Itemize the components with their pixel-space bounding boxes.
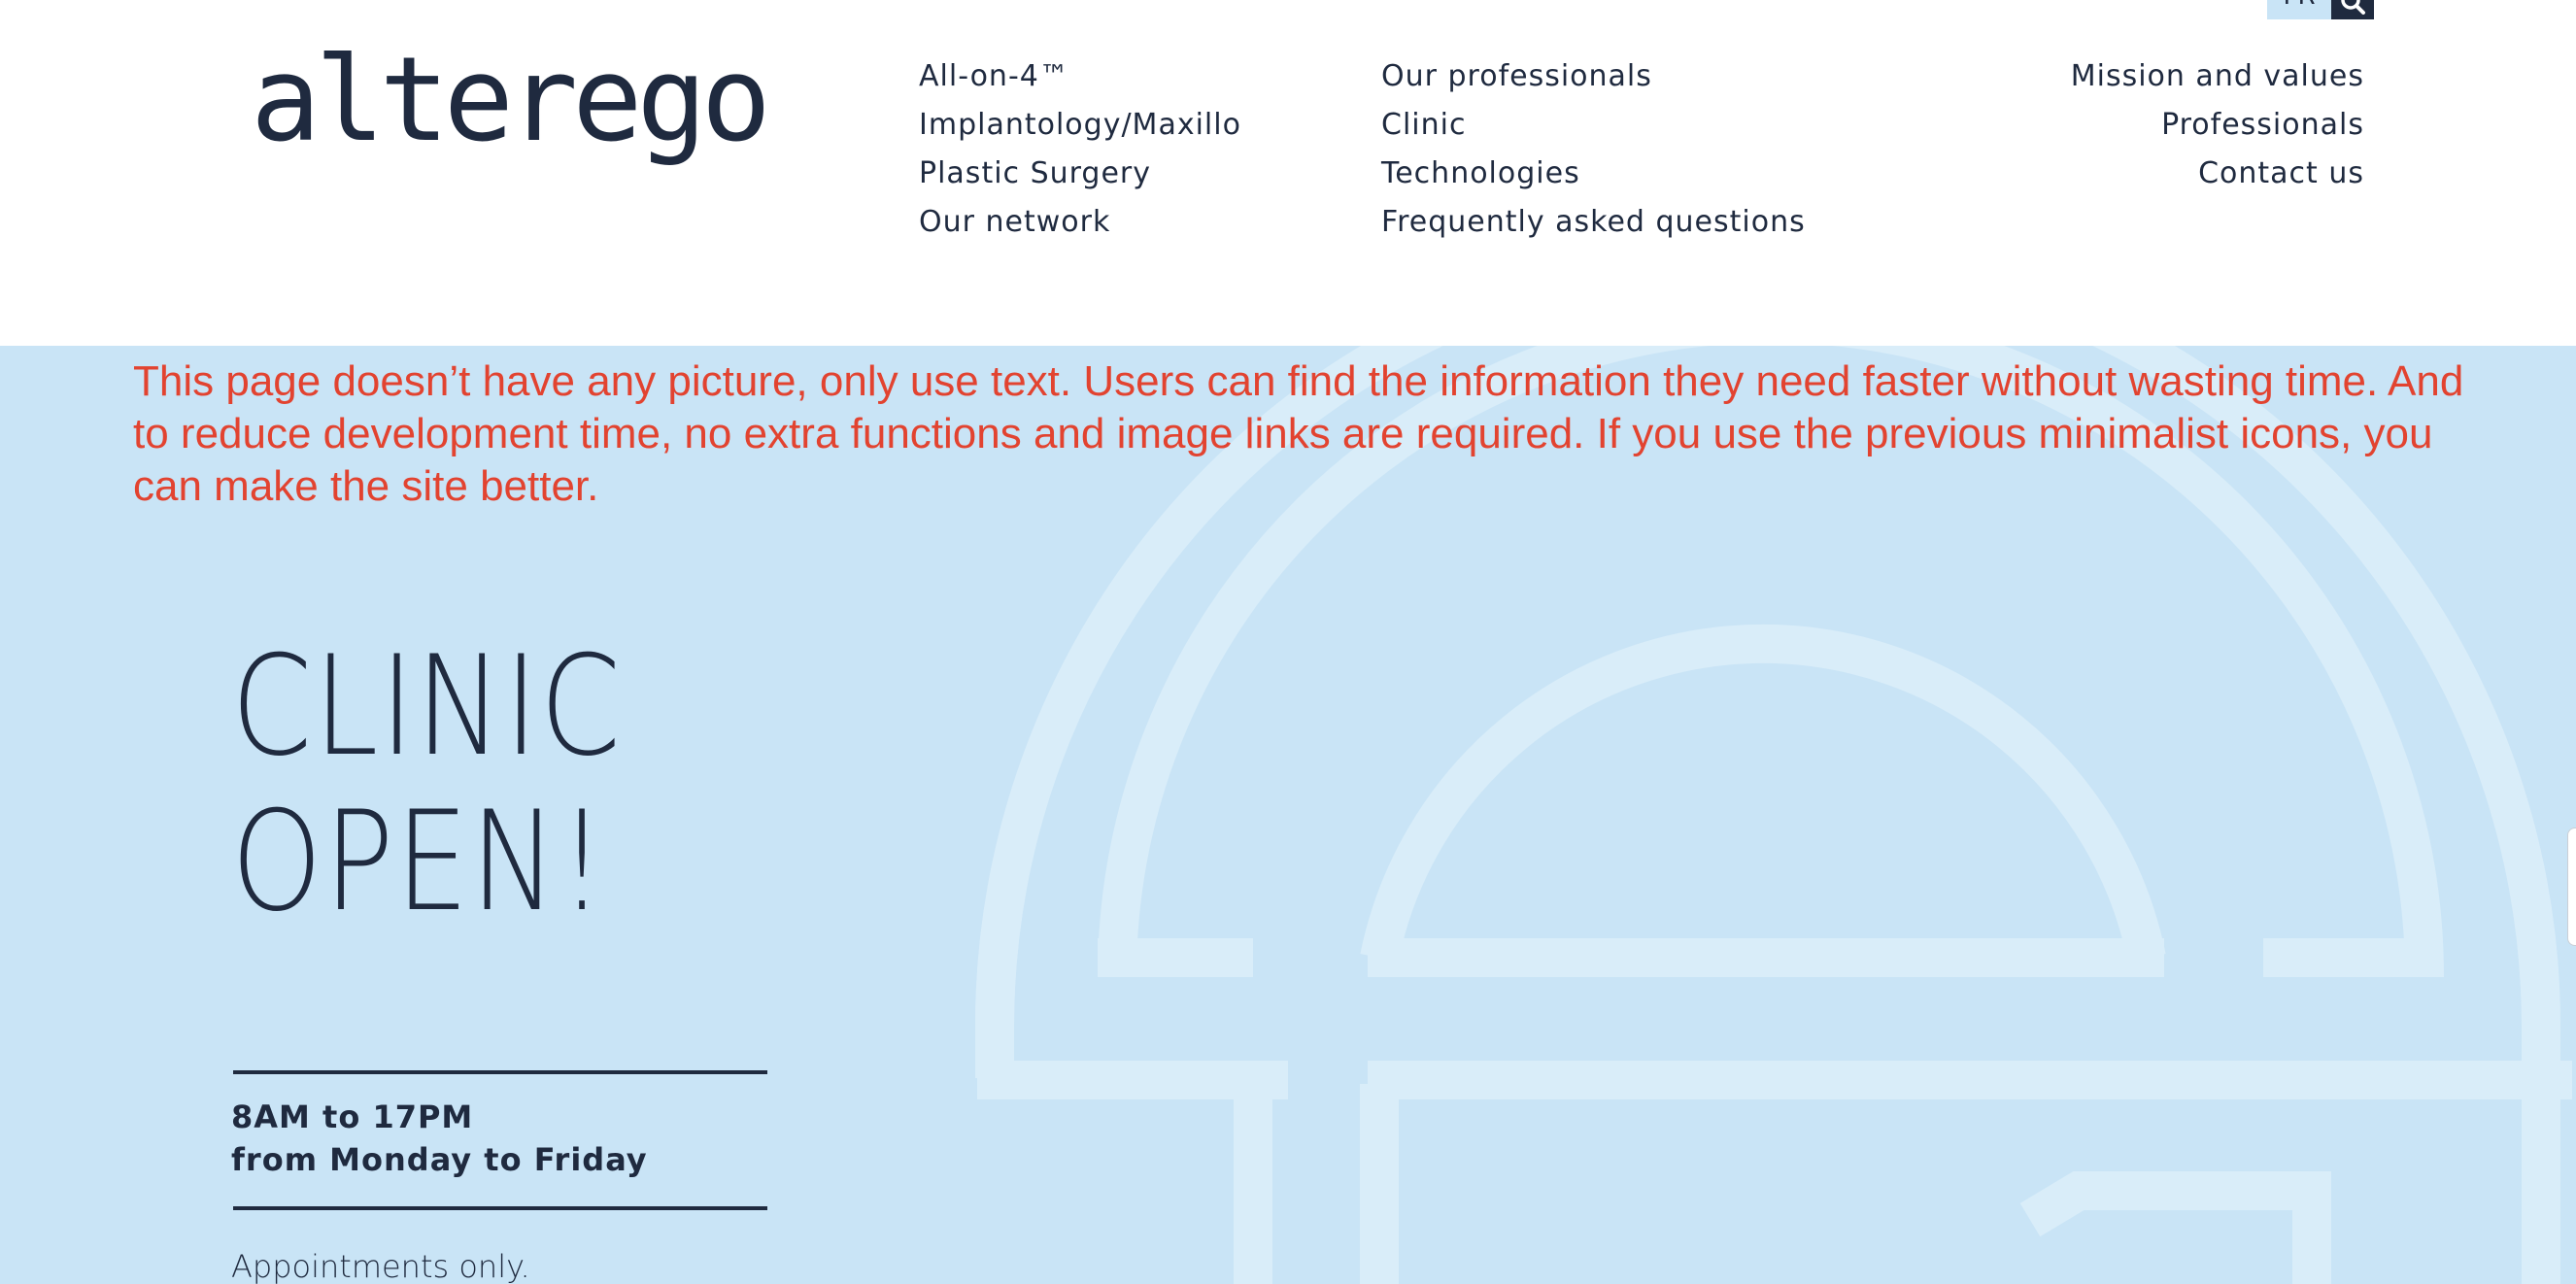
search-icon xyxy=(2341,0,2365,15)
hero-title-line2: OPEN! xyxy=(231,782,607,942)
nav-link-our-professionals[interactable]: Our professionals xyxy=(1381,52,1806,101)
divider-bottom xyxy=(233,1206,767,1210)
nav-link-faq[interactable]: Frequently asked questions xyxy=(1381,198,1806,247)
nav-link-all-on-4[interactable]: All-on-4™ xyxy=(919,52,1241,101)
hero-title-line1: CLINIC xyxy=(231,626,623,787)
search-button[interactable] xyxy=(2331,0,2374,19)
nav-link-contact-us[interactable]: Contact us xyxy=(2071,150,2364,198)
design-annotation: This page doesn’t have any picture, only… xyxy=(133,357,2464,510)
nav-link-technologies[interactable]: Technologies xyxy=(1381,150,1806,198)
site-header: FR alterego All-on-4™ Implantology/Maxil… xyxy=(0,0,2576,346)
language-switch-button[interactable]: FR xyxy=(2267,0,2331,19)
opening-hours-days: from Monday to Friday xyxy=(231,1141,648,1178)
nav-link-implantology[interactable]: Implantology/Maxillo xyxy=(919,101,1241,150)
nav-link-professionals[interactable]: Professionals xyxy=(2071,101,2364,150)
opening-hours-time: 8AM to 17PM xyxy=(231,1098,474,1135)
opening-hours: 8AM to 17PM from Monday to Friday xyxy=(231,1096,648,1181)
divider-top xyxy=(233,1070,767,1074)
side-widget-tab[interactable] xyxy=(2567,828,2576,946)
nav-link-plastic-surgery[interactable]: Plastic Surgery xyxy=(919,150,1241,198)
hero-section: This page doesn’t have any picture, only… xyxy=(0,346,2576,1284)
nav-column-clinic: Our professionals Clinic Technologies Fr… xyxy=(1381,52,1806,247)
nav-column-about: Mission and values Professionals Contact… xyxy=(2071,52,2364,198)
appointments-note: Appointments only. xyxy=(231,1248,530,1284)
nav-link-our-network[interactable]: Our network xyxy=(919,198,1241,247)
nav-column-treatments: All-on-4™ Implantology/Maxillo Plastic S… xyxy=(919,52,1241,247)
nav-link-mission-values[interactable]: Mission and values xyxy=(2071,52,2364,101)
alterego-logo[interactable]: alterego xyxy=(251,43,771,159)
nav-link-clinic[interactable]: Clinic xyxy=(1381,101,1806,150)
hero-title: CLINIC OPEN! xyxy=(231,629,623,940)
